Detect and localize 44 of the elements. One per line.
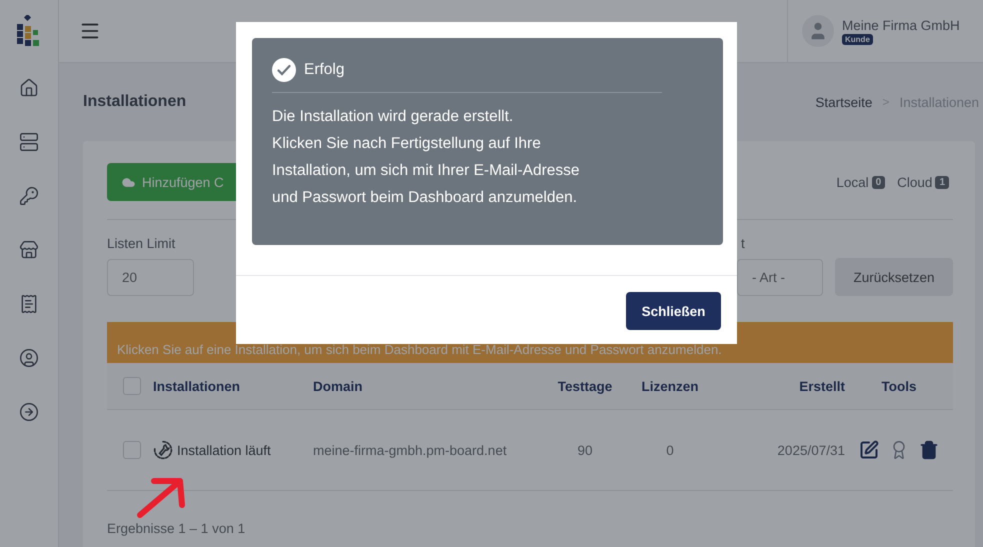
home-icon[interactable] bbox=[19, 78, 39, 98]
count-badge: 1 bbox=[935, 176, 949, 188]
checkbox[interactable] bbox=[123, 441, 141, 459]
counter-label: Cloud 1 bbox=[897, 174, 949, 190]
field-label: t bbox=[740, 236, 746, 251]
user-circle-icon[interactable] bbox=[19, 348, 39, 368]
count-badge: 0 bbox=[872, 176, 886, 188]
page-title: Installationen bbox=[83, 93, 186, 111]
column-header: Lizenzen bbox=[640, 378, 700, 394]
table-cell-text: 2025/07/31 bbox=[776, 442, 845, 458]
column-header: Testtage bbox=[556, 378, 614, 394]
alert-message: Die Installation wird gerade erstellt. Klicken Sie nach Fertigstellung auf Ihre Installation, um sich mit Ihrer E-Mail-Adresse und Passwort beim Dashboard anzumelden. bbox=[272, 107, 581, 208]
column-header: Tools bbox=[880, 378, 918, 394]
table-cell-text: 90 bbox=[576, 442, 594, 458]
reset-button[interactable]: Zurücksetzen bbox=[835, 258, 953, 296]
user-name: Meine Firma GmbH bbox=[842, 18, 960, 32]
status-text[interactable]: Installation läuft bbox=[177, 442, 271, 458]
logo bbox=[16, 15, 42, 47]
checkbox[interactable] bbox=[123, 377, 141, 395]
limit-field[interactable]: 20 bbox=[107, 259, 194, 296]
login-icon[interactable] bbox=[19, 402, 39, 422]
check-icon bbox=[272, 58, 296, 82]
breadcrumb-separator: > bbox=[882, 95, 890, 109]
column-header: Installationen bbox=[153, 378, 242, 394]
close-button[interactable]: Schließen bbox=[626, 292, 721, 330]
field-label: Listen Limit bbox=[107, 236, 176, 251]
arrow-icon bbox=[136, 475, 188, 519]
alert-title: Erfolg bbox=[304, 61, 344, 79]
delete-button[interactable] bbox=[919, 440, 939, 460]
wrench-icon bbox=[153, 440, 173, 460]
breadcrumb-item[interactable]: Startseite bbox=[815, 94, 872, 110]
counter-label: Local 0 bbox=[836, 174, 886, 190]
column-header: Domain bbox=[313, 378, 364, 394]
table-cell-text: 0 bbox=[665, 442, 675, 458]
role-badge: Kunde bbox=[842, 34, 873, 44]
results-text: Ergebnisse 1 – 1 von 1 bbox=[107, 521, 246, 536]
column-header: Erstellt bbox=[798, 378, 845, 394]
store-icon[interactable] bbox=[19, 240, 39, 260]
key-icon[interactable] bbox=[19, 186, 39, 206]
receipt-icon[interactable] bbox=[19, 294, 39, 314]
edit-button[interactable] bbox=[859, 440, 879, 460]
table-cell-text: meine-firma-gmbh.pm-board.net bbox=[313, 442, 508, 458]
server-icon[interactable] bbox=[19, 132, 39, 152]
type-select[interactable]: - Art - bbox=[737, 259, 823, 296]
